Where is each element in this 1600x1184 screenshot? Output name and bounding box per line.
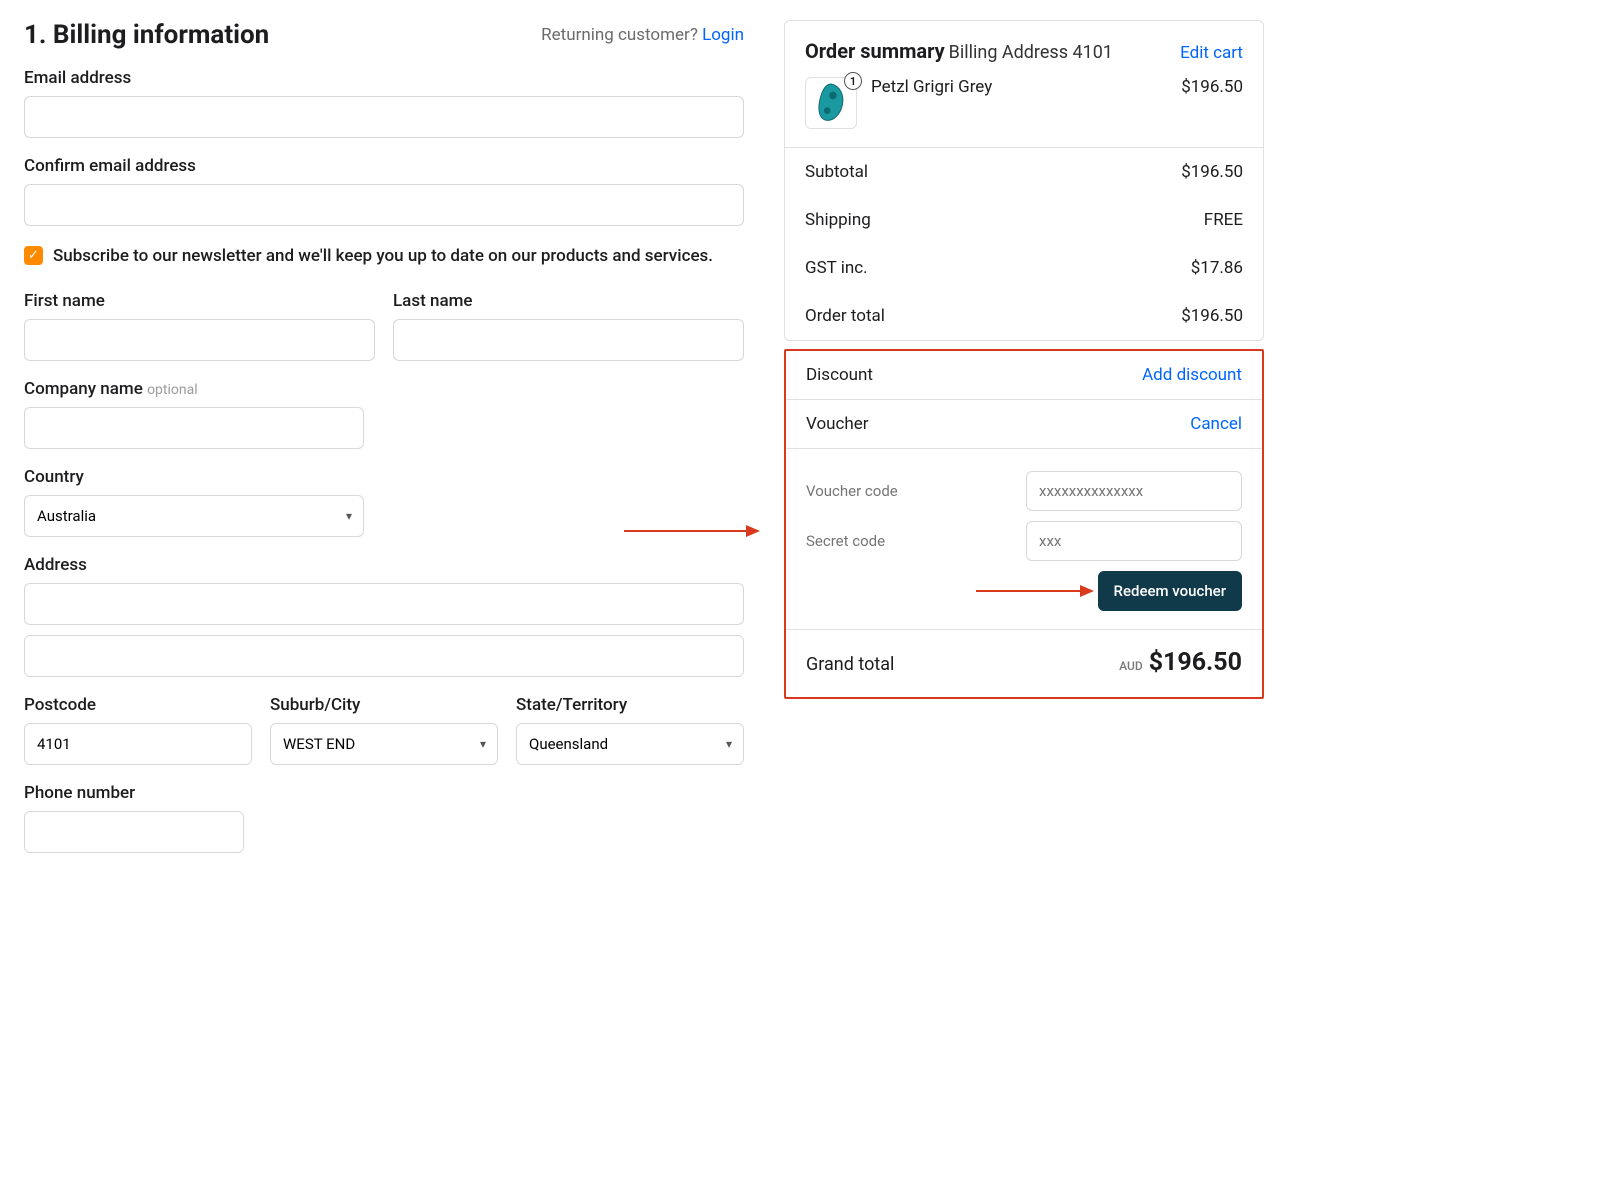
company-label-text: Company name bbox=[24, 379, 143, 399]
order-summary-card: Order summary Billing Address 4101 Edit … bbox=[784, 20, 1264, 341]
country-select[interactable]: Australia bbox=[24, 495, 364, 537]
address-field-1[interactable] bbox=[24, 583, 744, 625]
secret-code-field[interactable] bbox=[1026, 521, 1242, 561]
add-discount-link[interactable]: Add discount bbox=[1142, 365, 1242, 385]
company-label: Company name optional bbox=[24, 379, 364, 399]
phone-label: Phone number bbox=[24, 783, 244, 803]
last-name-label: Last name bbox=[393, 291, 744, 311]
grand-total-amount: $196.50 bbox=[1149, 648, 1242, 677]
grand-total-label: Grand total bbox=[806, 654, 894, 675]
company-optional-text: optional bbox=[147, 382, 198, 398]
login-link[interactable]: Login bbox=[702, 25, 744, 45]
email-label: Email address bbox=[24, 68, 744, 88]
edit-cart-link[interactable]: Edit cart bbox=[1180, 43, 1243, 63]
confirm-email-label: Confirm email address bbox=[24, 156, 744, 176]
order-summary-title: Order summary bbox=[805, 39, 945, 63]
product-qty-badge: 1 bbox=[844, 72, 862, 90]
gst-label: GST inc. bbox=[805, 258, 868, 278]
company-field[interactable] bbox=[24, 407, 364, 449]
voucher-cancel-link[interactable]: Cancel bbox=[1190, 414, 1242, 434]
email-field[interactable] bbox=[24, 96, 744, 138]
product-name: Petzl Grigri Grey bbox=[871, 77, 1167, 97]
product-price: $196.50 bbox=[1181, 77, 1243, 97]
suburb-select[interactable]: WEST END bbox=[270, 723, 498, 765]
voucher-label: Voucher bbox=[806, 414, 869, 434]
shipping-label: Shipping bbox=[805, 210, 871, 230]
voucher-code-field[interactable] bbox=[1026, 471, 1242, 511]
address-field-2[interactable] bbox=[24, 635, 744, 677]
secret-code-label: Secret code bbox=[806, 532, 885, 550]
newsletter-checkbox[interactable]: ✓ bbox=[24, 246, 43, 265]
order-summary-subtitle: Billing Address 4101 bbox=[949, 42, 1113, 63]
billing-title: 1. Billing information bbox=[24, 20, 269, 50]
redeem-voucher-button[interactable]: Redeem voucher bbox=[1098, 571, 1242, 611]
returning-customer-text: Returning customer? Login bbox=[541, 25, 744, 45]
product-thumbnail: 1 bbox=[805, 77, 857, 129]
state-select[interactable]: Queensland bbox=[516, 723, 744, 765]
subtotal-label: Subtotal bbox=[805, 162, 868, 182]
postcode-label: Postcode bbox=[24, 695, 252, 715]
postcode-field[interactable] bbox=[24, 723, 252, 765]
phone-field[interactable] bbox=[24, 811, 244, 853]
state-label: State/Territory bbox=[516, 695, 744, 715]
order-total-label: Order total bbox=[805, 306, 885, 326]
annotation-arrow-icon bbox=[624, 521, 764, 541]
subtotal-value: $196.50 bbox=[1181, 162, 1243, 182]
address-label: Address bbox=[24, 555, 744, 575]
suburb-label: Suburb/City bbox=[270, 695, 498, 715]
newsletter-label: Subscribe to our newsletter and we'll ke… bbox=[53, 244, 713, 269]
country-label: Country bbox=[24, 467, 364, 487]
last-name-field[interactable] bbox=[393, 319, 744, 361]
discount-label: Discount bbox=[806, 365, 873, 385]
annotation-arrow-icon bbox=[976, 581, 1096, 601]
order-total-value: $196.50 bbox=[1181, 306, 1243, 326]
product-image-icon bbox=[812, 82, 850, 124]
shipping-value: FREE bbox=[1204, 210, 1243, 230]
first-name-field[interactable] bbox=[24, 319, 375, 361]
voucher-code-label: Voucher code bbox=[806, 482, 898, 500]
gst-value: $17.86 bbox=[1191, 258, 1243, 278]
confirm-email-field[interactable] bbox=[24, 184, 744, 226]
returning-prefix: Returning customer? bbox=[541, 25, 702, 45]
first-name-label: First name bbox=[24, 291, 375, 311]
grand-total-currency: AUD bbox=[1119, 659, 1143, 673]
voucher-annotation-box: Discount Add discount Voucher Cancel Vou… bbox=[784, 349, 1264, 699]
